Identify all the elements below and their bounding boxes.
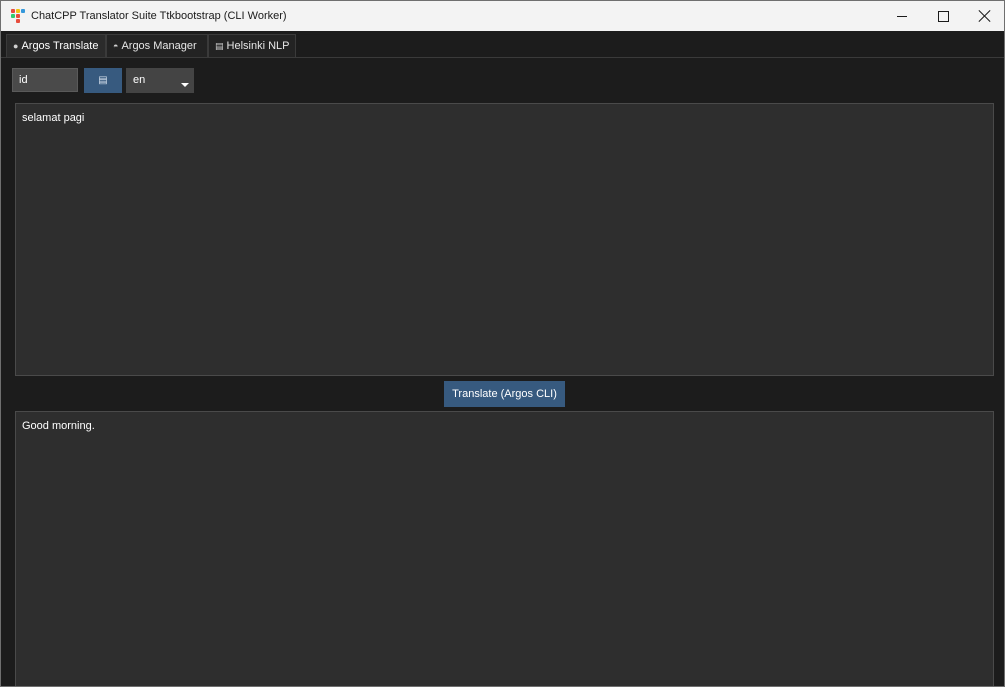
tab-label: Argos Manager xyxy=(121,40,197,52)
minimize-button[interactable] xyxy=(879,1,923,31)
globe-icon: ● xyxy=(13,41,19,51)
book-icon: ▤ xyxy=(215,41,224,51)
tab-argos-translate[interactable]: ● Argos Translate xyxy=(6,34,106,57)
close-icon xyxy=(978,9,992,23)
tab-label: Helsinki NLP xyxy=(226,40,290,52)
title-bar[interactable]: ChatCPP Translator Suite Ttkbootstrap (C… xyxy=(1,1,1004,31)
tab-label: Argos Translate xyxy=(21,40,99,52)
translate-button[interactable]: Translate (Argos CLI) xyxy=(444,381,565,407)
target-language-value: en xyxy=(133,74,146,86)
maximize-icon xyxy=(938,11,949,22)
output-text-area[interactable]: Good morning. xyxy=(15,411,994,686)
tab-helsinki-nlp[interactable]: ▤ Helsinki NLP xyxy=(208,34,296,57)
app-logo-icon xyxy=(11,9,25,23)
app-window: ChatCPP Translator Suite Ttkbootstrap (C… xyxy=(0,0,1005,687)
maximize-button[interactable] xyxy=(921,1,965,31)
target-language-select[interactable]: en xyxy=(126,68,194,93)
source-text-area[interactable]: selamat pagi xyxy=(15,103,994,376)
chevron-down-icon xyxy=(181,83,189,87)
tab-bar: ● Argos Translate ◓ Argos Manager ▤ Helsink… xyxy=(1,31,1004,58)
source-language-input[interactable]: id xyxy=(12,68,78,92)
package-icon: ◓ xyxy=(113,41,119,51)
window-title: ChatCPP Translator Suite Ttkbootstrap (C… xyxy=(31,10,287,22)
minimize-icon xyxy=(897,16,907,17)
swap-languages-button[interactable]: ▤ xyxy=(84,68,122,93)
swap-icon: ▤ xyxy=(98,75,108,86)
tab-argos-manager[interactable]: ◓ Argos Manager xyxy=(106,34,208,57)
close-button[interactable] xyxy=(963,1,1004,31)
